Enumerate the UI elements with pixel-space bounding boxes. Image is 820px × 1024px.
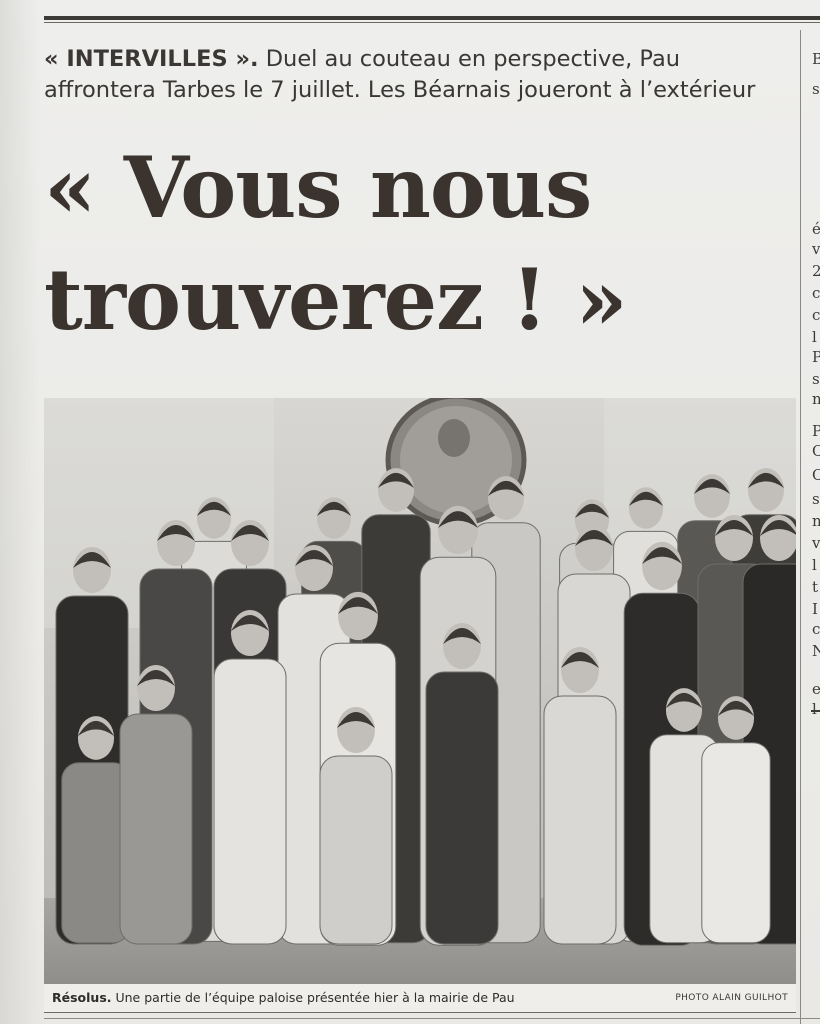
top-rule-thin [44,22,820,23]
adjacent-column-fragment: s [812,80,820,98]
photo-caption-bar: Résolus. Une partie de l’équipe paloise … [44,984,796,1013]
adjacent-column-fragment: N [812,642,820,660]
headline-line-1: « Vous nous [44,138,592,237]
headline-line-2: trouverez ! » [44,250,628,349]
adjacent-column-fragment: s [812,490,820,508]
team-photo [44,398,796,984]
caption-label: Résolus. [52,990,112,1005]
adjacent-column-fragment: l [812,328,817,346]
people-group [55,468,796,946]
adjacent-column-fragment: c [812,620,820,638]
kicker-text-line2: affrontera Tarbes le 7 juillet. Les Béar… [44,77,756,103]
article-kicker: « INTERVILLES ». Duel au couteau en pers… [44,44,796,106]
team-photo-illustration [44,398,796,984]
bottom-rule [44,1018,820,1019]
adjacent-column-fragment: s [812,370,820,388]
top-rule [44,16,820,20]
adjacent-column-fragment: n [812,390,820,408]
adjacent-column-fragment: B [812,50,820,68]
article-headline: « Vous nous trouverez ! » [44,132,764,356]
adjacent-column-fragment: C [812,466,820,484]
adjacent-column-fragment: c [812,306,820,324]
adjacent-column-fragment: v [812,534,820,552]
adjacent-column-fragment: c [812,284,820,302]
adjacent-column-fragment: é [812,220,820,238]
adjacent-column-fragment: I [812,600,818,618]
adjacent-column-fragment: e [812,680,820,698]
adjacent-column-fragment: n [812,512,820,530]
photo-caption: Résolus. Une partie de l’équipe paloise … [52,990,515,1005]
photo-credit: PHOTO ALAIN GUILHOT [675,993,788,1003]
kicker-label: « INTERVILLES ». [44,46,259,72]
adjacent-column-fragment: C [812,442,820,460]
caption-text: Une partie de l’équipe paloise présentée… [111,990,515,1005]
adjacent-column-fragment: 2 [812,262,820,280]
adjacent-column-fragment: t [812,578,819,596]
adjacent-column-fragment: l [812,700,817,718]
adjacent-column-fragment: l [812,556,817,574]
newspaper-page: « INTERVILLES ». Duel au couteau en pers… [0,0,820,1024]
adjacent-column: Bsév2cclPsnPCCsnvltIcNel [800,30,820,1024]
adjacent-column-fragment: v [812,240,820,258]
kicker-text-line1: Duel au couteau en perspective, Pau [258,46,681,72]
adjacent-column-fragment: P [812,348,820,366]
person-figure [213,610,287,945]
adjacent-column-fragment: P [812,422,820,440]
